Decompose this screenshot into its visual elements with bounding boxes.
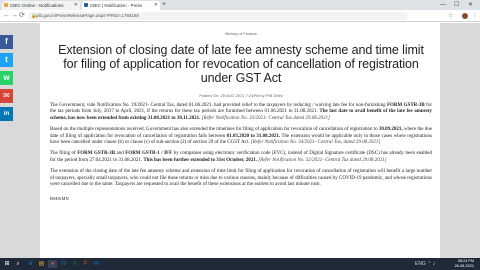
forward-button[interactable]: → [11,10,18,22]
address-bar[interactable]: 🔒 pib.gov.in/PressReleasePage.aspx?PRID=… [28,12,408,20]
word-app-icon[interactable]: W [59,260,68,268]
paragraph-4: The extension of the closing date of the… [50,169,432,188]
press-release: Ministry of Finance Extension of closing… [40,23,440,258]
lock-icon: 🔒 [31,13,37,18]
text-run: The filing of [50,151,78,157]
chrome-app-icon[interactable]: ● [48,260,57,268]
windows-taskbar: ⊞ ⌕ e ▤ ● W X P ✉ ENG ⌃ ♪ 08:24 PM 26-08… [0,258,480,270]
menu-kebab-icon[interactable]: ⋮ [472,10,478,22]
file-explorer-icon[interactable]: ▤ [37,260,46,268]
text-run-bold: 30.09.2021, [378,127,403,133]
tab-cbic-online[interactable]: CBIC Online - Notifications ✕ [2,1,80,10]
powerpoint-app-icon[interactable]: P [81,260,90,268]
reload-button[interactable]: ⟳ [19,10,25,22]
maximize-button[interactable]: ☐ [454,0,459,10]
tab-close-icon[interactable]: ✕ [154,1,158,10]
text-run-bold: FORM GSTR-3B [386,103,425,108]
system-tray[interactable]: ENG ⌃ ♪ [415,260,435,268]
new-tab-button[interactable]: + [162,0,166,10]
notification-reference: [Refer Notification No. 33/2021- Central… [200,115,331,121]
ministry-name: Ministry of Finance [225,32,257,36]
close-window-button[interactable]: ✕ [468,0,473,10]
tab-label: CBIC | Notification - Press [90,3,143,8]
mail-app-icon[interactable]: ✉ [92,260,101,268]
text-run-bold: FORM GSTR-3B [77,151,116,157]
linkedin-share-icon[interactable]: in [0,107,13,121]
tab-close-icon[interactable]: ✕ [74,1,78,10]
minimize-button[interactable]: — [440,0,446,10]
text-run-bold: FORM GSTR-1 / IFF [125,151,173,157]
twitter-share-icon[interactable]: t [0,53,13,67]
notification-reference: [Refer Notification No. 32/2021- Central… [256,157,387,163]
facebook-share-icon[interactable]: f [0,35,13,49]
notification-reference: [Refer Notification No. 34/2021- Central… [249,140,381,146]
page-title: Extension of closing date of late fee am… [58,43,424,85]
page-viewport: f t w ✉ in Ministry of Finance Extension… [0,23,480,258]
start-menu-icon[interactable]: ⊞ [2,260,12,268]
text-run-bold: 01.03.2020 to 31.08.2021. [226,133,281,139]
clock[interactable]: 08:24 PM 26-08-2021 [455,259,474,269]
text-run: and [115,151,126,157]
paragraph-3: The filing of FORM GSTR-3B and FORM GSTR… [50,151,432,164]
bookmark-star-icon[interactable]: ☆ [448,10,453,22]
profile-avatar[interactable] [462,13,468,19]
tab-strip: CBIC Online - Notifications ✕ CBIC | Not… [0,0,480,10]
posted-date: Posted On: 25 AUG 2021 7:24PM by PIB Del… [199,93,283,98]
tab-favicon-icon [4,3,8,7]
tab-favicon-icon [84,3,88,7]
clock-date: 26-08-2021 [454,264,474,268]
search-icon[interactable]: ⌕ [14,260,22,268]
whatsapp-share-icon[interactable]: w [0,71,13,85]
text-run-bold: This has been further extended to 31st O… [143,157,257,163]
excel-app-icon[interactable]: X [70,260,79,268]
email-share-icon[interactable]: ✉ [0,89,13,103]
browser-window: CBIC Online - Notifications ✕ CBIC | Not… [0,0,480,258]
paragraph-1: The Government, vide Notification No. 19… [50,103,432,122]
tab-label: CBIC Online - Notifications [10,3,64,8]
tab-pib-notification[interactable]: CBIC | Notification - Press ✕ [82,1,160,10]
edge-app-icon[interactable]: e [26,260,35,268]
text-run: Based on the multiple representations re… [50,127,379,133]
signoff: RM/KMN [50,196,69,202]
browser-toolbar: ← → ⟳ 🔒 pib.gov.in/PressReleasePage.aspx… [0,10,480,22]
paragraph-2: Based on the multiple representations re… [50,127,432,146]
url-text: pib.gov.in/PressReleasePage.aspx?PRID=17… [36,13,139,18]
back-button[interactable]: ← [3,10,10,22]
text-run: The Government, vide Notification No. 19… [50,103,387,108]
